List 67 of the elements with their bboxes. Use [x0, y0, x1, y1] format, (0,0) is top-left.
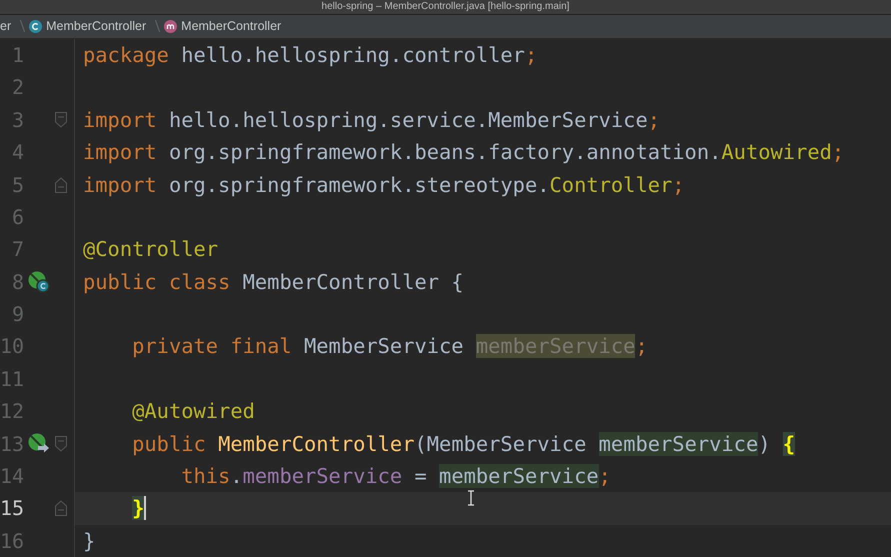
code-token: {: [782, 432, 796, 456]
code-token: ;: [832, 140, 844, 164]
fold-icon[interactable]: [55, 436, 67, 452]
code-token: =: [414, 464, 428, 488]
code-token: (MemberService: [414, 432, 588, 456]
code-token: MemberService: [304, 334, 465, 358]
code-token: ;: [524, 42, 538, 67]
bean-icon[interactable]: [28, 270, 50, 293]
breadcrumb-item[interactable]: MemberController: [164, 19, 282, 34]
line-number: 12: [0, 399, 24, 424]
line-number: 10: [0, 334, 24, 358]
code-token: MemberController: [218, 432, 414, 456]
code-token: @Autowired: [132, 399, 255, 424]
method-icon: [164, 20, 178, 33]
line-number: 16: [0, 528, 24, 553]
line-number: 7: [10, 237, 24, 262]
code-token: ;: [598, 464, 611, 488]
code-token: public: [132, 432, 206, 456]
fold-icon[interactable]: [55, 500, 67, 516]
class-icon: [29, 20, 42, 33]
code-token: private final: [132, 334, 292, 358]
line-number: 6: [10, 204, 24, 229]
line-number: 15: [0, 496, 24, 520]
code-token: memberService: [242, 464, 402, 488]
code-token: this: [181, 464, 230, 488]
code-token: import: [83, 172, 157, 196]
line-number: 11: [0, 366, 24, 391]
code-token: }: [83, 528, 96, 553]
fold-icon[interactable]: [55, 176, 67, 192]
code-token: memberService: [476, 334, 636, 358]
code-token: memberService: [598, 432, 758, 456]
line-number: 5: [10, 172, 24, 196]
code-token: }: [132, 496, 144, 520]
code-editor[interactable]: [0, 38, 891, 557]
code-token: MemberController {: [242, 270, 464, 294]
code-token: Controller: [550, 172, 672, 196]
text-cursor-icon: [467, 490, 475, 506]
text-cursor: [144, 496, 146, 520]
bean-arrow-icon[interactable]: [28, 432, 50, 455]
line-number: 8: [10, 270, 24, 294]
window-title: hello-spring – MemberController.java [hello-spring.main]: [322, 0, 570, 13]
fold-icon[interactable]: [55, 112, 67, 128]
line-number: 13: [0, 432, 24, 456]
code-token: ;: [648, 108, 660, 132]
code-token: ): [758, 432, 772, 456]
breadcrumb-item[interactable]: MemberController: [29, 19, 146, 34]
line-number: 4: [10, 140, 24, 164]
code-token: hello.hellospring.service.MemberService: [168, 108, 648, 132]
code-token: public class: [83, 270, 230, 294]
line-number: 1: [10, 42, 24, 67]
line-number: 2: [10, 75, 24, 100]
code-token: import: [83, 140, 157, 164]
code-token: Autowired: [721, 140, 832, 164]
code-token: ;: [635, 334, 648, 358]
line-number: 9: [10, 302, 24, 326]
code-token: ;: [672, 172, 685, 196]
line-number: 3: [10, 108, 24, 132]
code-token: memberService: [439, 464, 599, 488]
code-token: package: [83, 42, 169, 67]
code-token: import: [83, 108, 157, 132]
code-token: @Controller: [83, 237, 218, 262]
code-token: org.springframework.stereotype.: [168, 172, 550, 196]
code-token: hello.hellospring.controller: [181, 42, 525, 67]
line-number: 14: [0, 464, 24, 488]
breadcrumb-item[interactable]: er: [0, 19, 12, 34]
code-token: org.springframework.beans.factory.annotation.: [168, 140, 722, 164]
code-token: .: [230, 464, 243, 488]
